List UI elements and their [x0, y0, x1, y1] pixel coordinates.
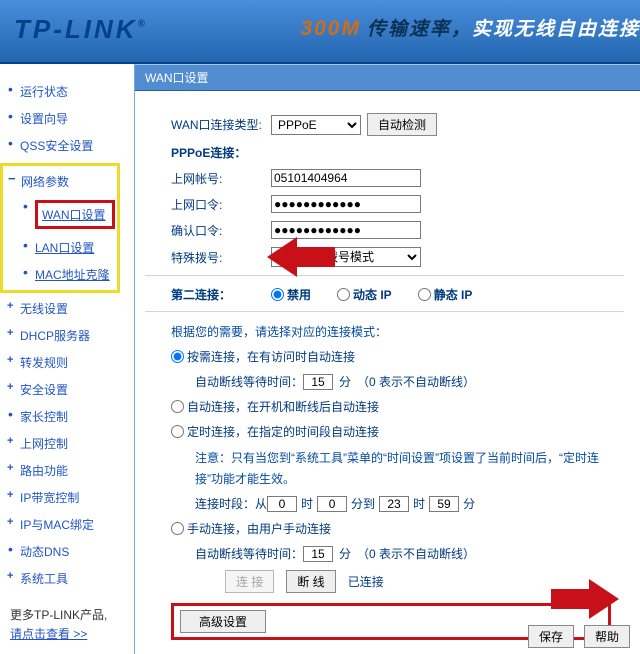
nav-lan[interactable]: LAN口设置: [15, 234, 115, 261]
nav-wizard[interactable]: 设置向导: [4, 105, 130, 132]
mode-auto[interactable]: 自动连接，在开机和断线后自动连接: [171, 398, 379, 415]
nav-route[interactable]: 路由功能: [4, 457, 130, 484]
disconnect-button[interactable]: 断 线: [286, 570, 335, 593]
user-label: 上网帐号:: [171, 170, 271, 187]
pass-input[interactable]: [271, 195, 421, 213]
save-button[interactable]: 保存: [528, 625, 574, 648]
dial-select[interactable]: 自动选择拨号模式: [271, 247, 421, 267]
confirm-label: 确认口令:: [171, 222, 271, 239]
conn-type-select[interactable]: PPPoE: [271, 115, 361, 135]
nav-parent[interactable]: 家长控制: [4, 403, 130, 430]
panel-title: WAN口设置: [135, 64, 640, 91]
wait-label-2: 自动断线等待时间：: [195, 545, 303, 562]
mode-intro: 根据您的需要，请选择对应的连接模式：: [171, 322, 630, 342]
second-label: 第二连接：: [171, 286, 271, 303]
auto-detect-button[interactable]: 自动检测: [367, 113, 437, 136]
nav-network[interactable]: 网络参数: [5, 168, 115, 195]
main-content: WAN口设置 WAN口连接类型: PPPoE 自动检测 PPPoE连接： 上网帐…: [134, 64, 640, 654]
nav-wan[interactable]: WAN口设置: [15, 195, 115, 234]
nav-mac[interactable]: MAC地址克隆: [15, 261, 115, 288]
more-link[interactable]: 请点击查看 >>: [10, 627, 87, 641]
header-banner: TP-LINK® 300M传输速率，实现无线自由连接: [0, 0, 640, 64]
nav-qos[interactable]: IP带宽控制: [4, 484, 130, 511]
from-hour[interactable]: [267, 496, 297, 512]
from-min[interactable]: [317, 496, 347, 512]
nav-wireless[interactable]: 无线设置: [4, 295, 130, 322]
wait-time-1[interactable]: [303, 374, 333, 390]
to-hour[interactable]: [379, 496, 409, 512]
highlight-box-yellow: 网络参数 WAN口设置 LAN口设置 MAC地址克隆: [0, 163, 120, 293]
nav-ipmac[interactable]: IP与MAC绑定: [4, 511, 130, 538]
confirm-input[interactable]: [271, 221, 421, 239]
brand-logo: TP-LINK®: [14, 12, 148, 45]
mode-manual[interactable]: 手动连接，由用户手动连接: [171, 520, 331, 537]
dial-label: 特殊拨号:: [171, 249, 271, 266]
tagline: 300M传输速率，实现无线自由连接: [300, 14, 640, 41]
timed-note: 注意：只有当您到“系统工具”菜单的“时间设置”项设置了当前时间后，“定时连接”功…: [171, 448, 630, 489]
mode-timed[interactable]: 定时连接，在指定的时间段自动连接: [171, 423, 379, 440]
nav-forward[interactable]: 转发规则: [4, 349, 130, 376]
nav-ddns[interactable]: 动态DNS: [4, 538, 130, 565]
user-input[interactable]: [271, 169, 421, 187]
nav-dhcp[interactable]: DHCP服务器: [4, 322, 130, 349]
more-products: 更多TP-LINK产品, 请点击查看 >>: [4, 606, 130, 644]
nav-access[interactable]: 上网控制: [4, 430, 130, 457]
radio-staticip[interactable]: 静态 IP: [418, 286, 473, 303]
sidebar-nav: 运行状态 设置向导 QSS安全设置 网络参数 WAN口设置 LAN口设置 MAC…: [0, 64, 134, 654]
nav-security[interactable]: 安全设置: [4, 376, 130, 403]
nav-qss[interactable]: QSS安全设置: [4, 132, 130, 159]
radio-dynip[interactable]: 动态 IP: [337, 286, 392, 303]
nav-status[interactable]: 运行状态: [4, 78, 130, 105]
pppoe-heading: PPPoE连接：: [171, 144, 246, 161]
advanced-button[interactable]: 高级设置: [180, 610, 266, 633]
pass-label: 上网口令:: [171, 196, 271, 213]
connect-button[interactable]: 连 接: [225, 570, 274, 593]
mode-demand[interactable]: 按需连接，在有访问时自动连接: [171, 348, 355, 365]
radio-disable[interactable]: 禁用: [271, 286, 311, 303]
wait-label-1: 自动断线等待时间：: [195, 373, 303, 390]
help-button[interactable]: 帮助: [584, 625, 630, 648]
wait-time-2[interactable]: [303, 546, 333, 562]
conn-type-label: WAN口连接类型:: [171, 116, 271, 133]
to-min[interactable]: [429, 496, 459, 512]
highlight-box-red: WAN口设置: [35, 200, 115, 229]
